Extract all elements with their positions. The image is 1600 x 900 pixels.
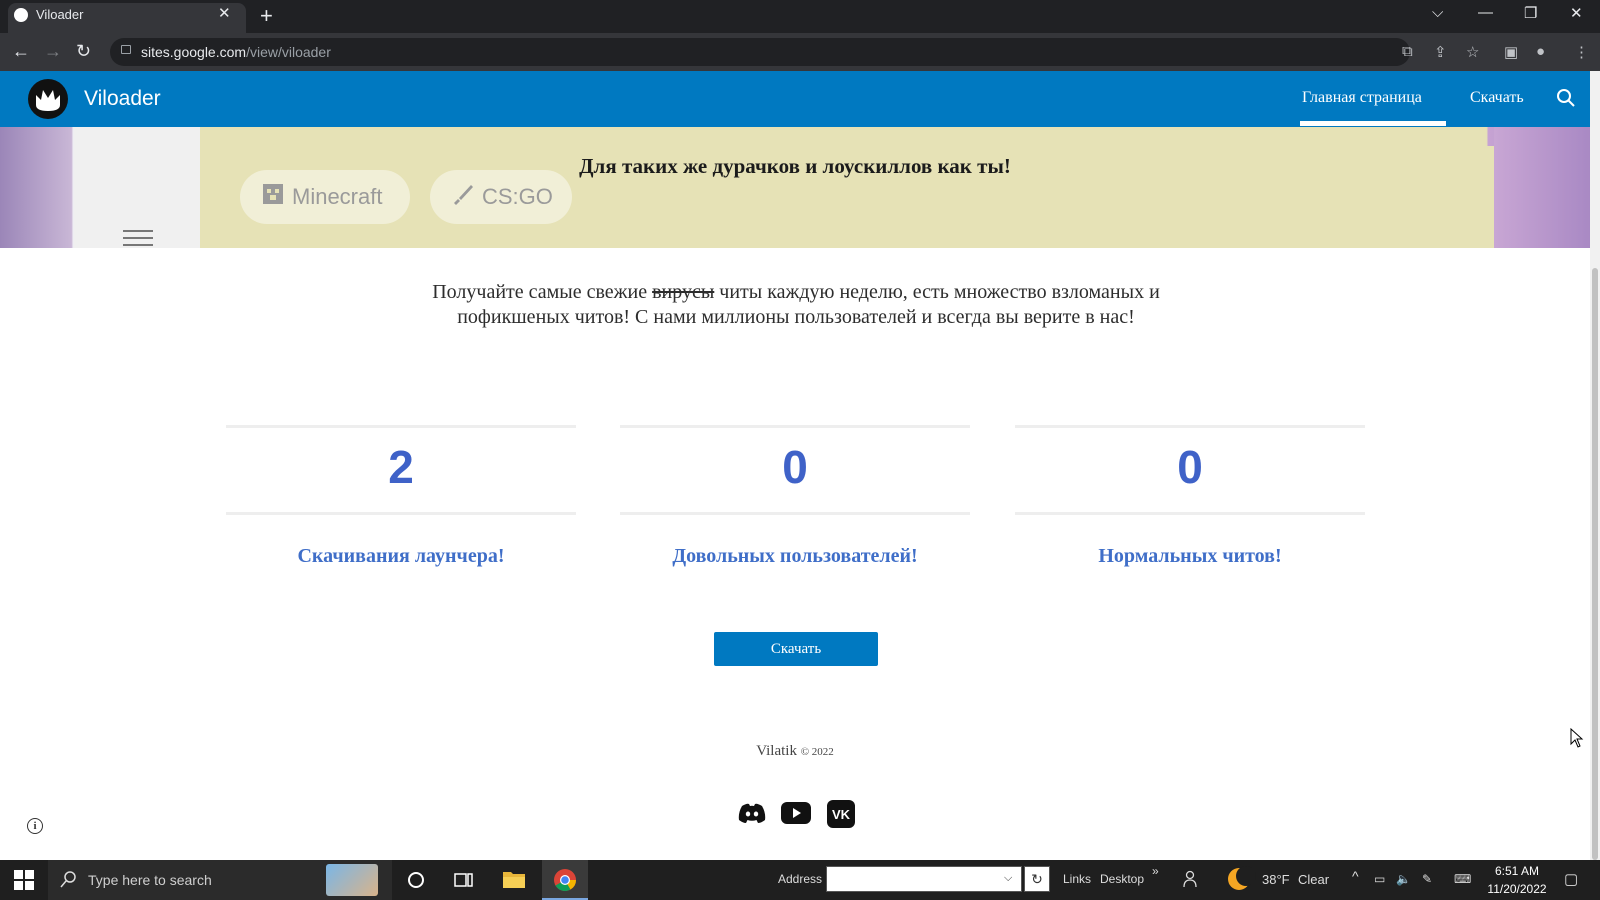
weather-description[interactable]: Clear bbox=[1298, 872, 1329, 887]
stat-normal-cheats-label: Нормальных читов! bbox=[1098, 545, 1282, 567]
people-icon[interactable] bbox=[1182, 870, 1200, 893]
side-panel-icon[interactable]: ▣ bbox=[1504, 43, 1518, 61]
hamburger-menu-icon bbox=[123, 230, 153, 246]
footer-author: Vilatik bbox=[756, 743, 797, 759]
intro-part1: Получайте самые свежие bbox=[432, 281, 653, 303]
taskbar-address-label: Address bbox=[778, 872, 823, 886]
chrome-icon[interactable] bbox=[553, 868, 577, 897]
download-button[interactable]: Скачать bbox=[714, 632, 878, 666]
url-path: /view/viloader bbox=[246, 44, 331, 60]
footer-credit: Vilatik © 2022 bbox=[0, 743, 1590, 760]
logo-flame-icon bbox=[36, 90, 60, 111]
clock-date[interactable]: 11/20/2022 bbox=[1482, 882, 1552, 896]
taskbar-links-toolbar[interactable]: Links bbox=[1063, 872, 1091, 886]
tab-search-chevron-icon[interactable]: ⌵ bbox=[1432, 4, 1443, 21]
youtube-icon[interactable] bbox=[781, 802, 811, 829]
translate-icon[interactable]: ⧉ bbox=[1402, 43, 1413, 60]
new-tab-button[interactable]: + bbox=[260, 3, 273, 29]
knife-icon bbox=[452, 171, 474, 225]
search-highlight-image[interactable] bbox=[326, 864, 378, 896]
taskbar-search-placeholder: Type here to search bbox=[88, 872, 212, 888]
notifications-icon[interactable]: ▢ bbox=[1564, 870, 1578, 888]
address-dropdown-icon[interactable]: ⌵ bbox=[1004, 872, 1012, 885]
stat-happy-users-label: Довольных пользователей! bbox=[672, 545, 918, 567]
reload-button[interactable]: ↻ bbox=[76, 41, 91, 61]
intro-struck-word: вирусы bbox=[652, 281, 715, 303]
weather-moon-shadow bbox=[1236, 866, 1256, 886]
tab-favicon-icon bbox=[14, 8, 28, 22]
stat-divider bbox=[620, 425, 970, 428]
bookmark-star-icon[interactable]: ☆ bbox=[1466, 43, 1479, 61]
stat-happy-users-value: 0 bbox=[782, 441, 808, 493]
show-hidden-icons-icon[interactable]: ^ bbox=[1352, 868, 1359, 884]
volume-icon[interactable]: 🔈 bbox=[1396, 872, 1411, 886]
url-host: sites.google.com bbox=[141, 44, 247, 60]
cortana-icon[interactable] bbox=[406, 870, 426, 895]
search-icon[interactable] bbox=[1556, 88, 1576, 113]
lock-icon[interactable] bbox=[121, 45, 131, 54]
task-view-icon[interactable] bbox=[454, 870, 474, 895]
stat-divider bbox=[1015, 512, 1365, 515]
chip-csgo-label: CS:GO bbox=[482, 184, 553, 209]
stat-launcher-downloads-label: Скачивания лаунчера! bbox=[297, 545, 505, 567]
site-name[interactable]: Viloader bbox=[84, 87, 161, 111]
stat-divider bbox=[620, 512, 970, 515]
banner-headline: Для таких же дурачков и лоускиллов как т… bbox=[579, 154, 1011, 178]
banner-right-panel bbox=[1494, 127, 1590, 248]
toolbar-overflow-icon[interactable]: » bbox=[1152, 864, 1159, 878]
chip-minecraft-label: Minecraft bbox=[292, 184, 383, 209]
restore-button[interactable]: ❐ bbox=[1524, 4, 1537, 22]
keyboard-icon[interactable]: ⌨ bbox=[1454, 872, 1471, 886]
stat-launcher-downloads-value: 2 bbox=[388, 441, 414, 493]
stat-divider bbox=[226, 512, 576, 515]
tab-close-icon[interactable]: ✕ bbox=[218, 4, 231, 22]
taskbar-address-input[interactable] bbox=[826, 866, 1022, 892]
intro-text: Получайте самые свежие вирусы читы кажду… bbox=[415, 280, 1177, 330]
footer-copyright: © 2022 bbox=[800, 746, 834, 758]
address-go-button[interactable]: ↻ bbox=[1024, 866, 1050, 892]
url-text: sites.google.com/view/viloader bbox=[141, 44, 331, 60]
site-logo[interactable] bbox=[28, 79, 68, 119]
profile-icon[interactable]: ● bbox=[1536, 43, 1545, 60]
stat-normal-cheats-value: 0 bbox=[1177, 441, 1203, 493]
minecraft-block-icon bbox=[262, 171, 284, 225]
back-button[interactable]: ← bbox=[12, 41, 30, 61]
nav-active-indicator bbox=[1300, 121, 1446, 126]
scrollbar-thumb[interactable] bbox=[1592, 268, 1598, 860]
windows-start-icon[interactable] bbox=[14, 870, 34, 895]
stat-divider bbox=[1015, 425, 1365, 428]
nav-home-link[interactable]: Главная страница bbox=[1302, 89, 1422, 107]
weather-temperature[interactable]: 38°F bbox=[1262, 872, 1290, 887]
mouse-cursor-icon bbox=[1570, 727, 1584, 753]
discord-icon[interactable] bbox=[738, 802, 766, 829]
info-icon[interactable]: i bbox=[27, 818, 43, 834]
vk-icon[interactable]: VK bbox=[827, 800, 855, 833]
stat-divider bbox=[226, 425, 576, 428]
minimize-button[interactable]: — bbox=[1478, 4, 1493, 21]
file-explorer-icon[interactable] bbox=[502, 868, 526, 895]
svg-text:VK: VK bbox=[832, 807, 851, 822]
chrome-menu-icon[interactable]: ⋮ bbox=[1574, 43, 1589, 61]
tab-title: Viloader bbox=[36, 7, 84, 22]
nav-download-link[interactable]: Скачать bbox=[1470, 89, 1524, 107]
pen-icon[interactable]: ✎ bbox=[1422, 872, 1432, 886]
taskbar-search-icon bbox=[60, 870, 78, 893]
clock-time[interactable]: 6:51 AM bbox=[1482, 864, 1552, 878]
forward-button[interactable]: → bbox=[44, 41, 62, 61]
share-icon[interactable]: ⇪ bbox=[1434, 43, 1447, 61]
taskbar-desktop-toolbar[interactable]: Desktop bbox=[1100, 872, 1144, 886]
network-icon[interactable]: ▭ bbox=[1374, 872, 1385, 886]
window-close-button[interactable]: ✕ bbox=[1570, 4, 1583, 22]
